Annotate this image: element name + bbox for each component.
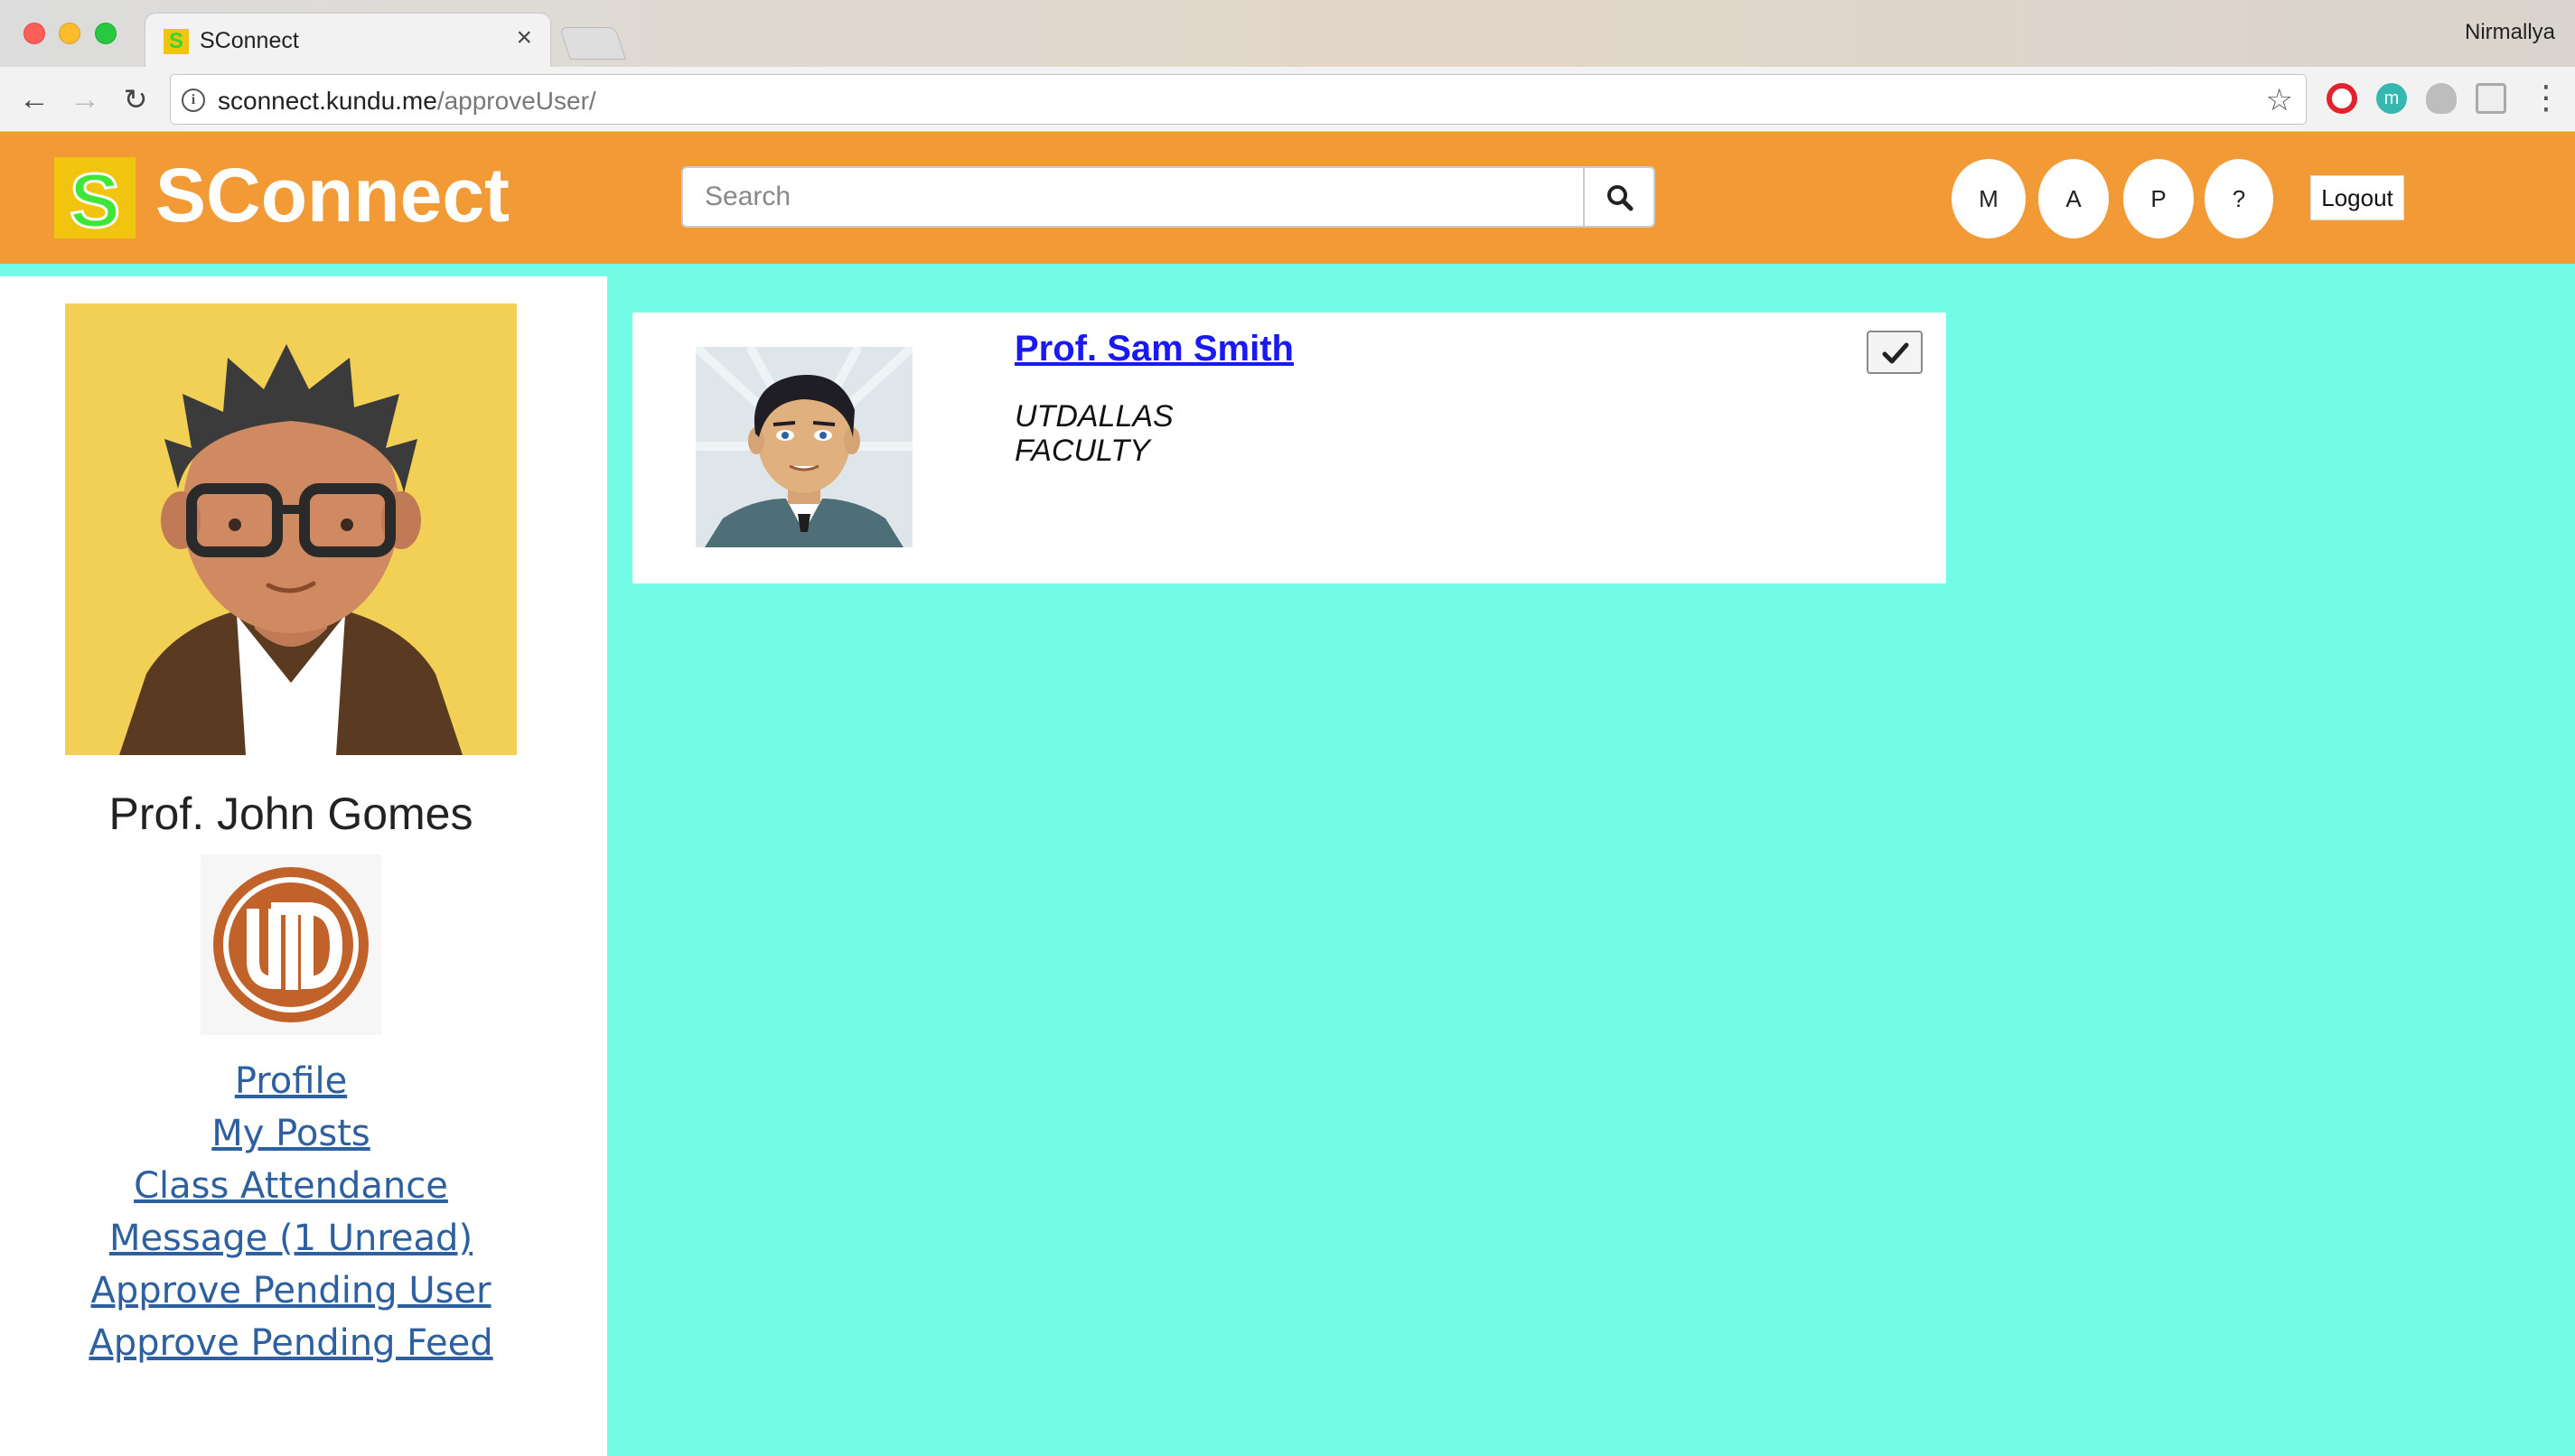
sidebar-link-approve-pending-user[interactable]: Approve Pending User xyxy=(0,1265,582,1317)
pending-user-avatar-illustration xyxy=(696,347,913,547)
new-tab-button[interactable] xyxy=(559,27,626,60)
calendar-extension-icon[interactable] xyxy=(2476,83,2506,114)
pending-user-card: Prof. Sam Smith UTDALLAS FACULTY xyxy=(632,313,1946,583)
info-icon[interactable]: i xyxy=(182,89,205,112)
logo-letter: S xyxy=(68,157,121,245)
brand-name[interactable]: SConnect xyxy=(155,152,510,239)
sidebar-link-approve-pending-feed[interactable]: Approve Pending Feed xyxy=(0,1317,582,1369)
address-bar[interactable]: i sconnect.kundu.me/approveUser/ ☆ xyxy=(170,74,2307,125)
sidebar-link-messages[interactable]: Message (1 Unread) xyxy=(0,1212,582,1265)
sidebar-nav: Profile My Posts Class Attendance Messag… xyxy=(0,1055,582,1369)
tab-title: SConnect xyxy=(200,28,299,53)
sidebar-link-profile[interactable]: Profile xyxy=(0,1055,582,1107)
pending-user-name-link[interactable]: Prof. Sam Smith xyxy=(1015,329,1294,369)
opera-extension-icon[interactable] xyxy=(2327,83,2357,114)
search-icon xyxy=(1607,185,1634,211)
messages-button[interactable]: M xyxy=(1952,159,2026,238)
checkmark-icon xyxy=(1882,342,1909,364)
tab-close-icon[interactable]: × xyxy=(516,24,532,51)
bookmark-star-icon[interactable]: ☆ xyxy=(2266,82,2293,118)
help-button[interactable]: ? xyxy=(2205,159,2273,238)
search-input[interactable] xyxy=(681,166,1587,228)
pending-user-avatar[interactable] xyxy=(696,347,913,547)
search-button[interactable] xyxy=(1583,166,1655,228)
back-arrow-icon[interactable]: ← xyxy=(16,81,52,117)
pending-user-role: FACULTY xyxy=(1015,434,1150,468)
sidebar-link-class-attendance[interactable]: Class Attendance xyxy=(0,1160,582,1212)
close-window-button[interactable] xyxy=(23,23,45,44)
cloud-extension-icon[interactable] xyxy=(2426,83,2457,114)
user-full-name: Prof. John Gomes xyxy=(108,789,473,839)
m-extension-icon[interactable]: m xyxy=(2376,83,2407,114)
sidebar: Prof. John Gomes Profile My Posts Class … xyxy=(0,276,607,1456)
sconnect-logo[interactable]: S xyxy=(54,157,136,245)
browser-tab-active[interactable]: S SConnect × xyxy=(145,13,551,69)
minimize-window-button[interactable] xyxy=(59,23,80,44)
browser-menu-icon[interactable]: ⋮ xyxy=(2530,79,2562,116)
forward-arrow-icon[interactable]: → xyxy=(67,81,103,117)
app-header: S SConnect M A P ? Logout xyxy=(0,132,2575,264)
url-path: /approveUser/ xyxy=(436,87,596,115)
sidebar-link-my-posts[interactable]: My Posts xyxy=(0,1107,582,1160)
approve-user-button[interactable] xyxy=(1867,331,1923,374)
user-avatar-illustration xyxy=(65,303,517,755)
url-host: sconnect.kundu.me xyxy=(218,87,437,115)
user-avatar[interactable] xyxy=(65,303,517,755)
pending-user-organization: UTDALLAS xyxy=(1015,399,1174,434)
profile-button[interactable]: P xyxy=(2123,159,2194,238)
url-text[interactable]: sconnect.kundu.me/approveUser/ xyxy=(218,87,596,116)
browser-toolbar: ← → ↻ i sconnect.kundu.me/approveUser/ ☆… xyxy=(0,67,2575,132)
utd-logo xyxy=(201,854,381,1035)
approvals-button[interactable]: A xyxy=(2038,159,2109,238)
maximize-window-button[interactable] xyxy=(95,23,117,44)
browser-profile-name[interactable]: Nirmallya xyxy=(2465,20,2555,45)
search-bar xyxy=(681,166,1655,228)
sconnect-favicon-icon: S xyxy=(164,29,189,54)
browser-tab-bar: S SConnect × Nirmallya xyxy=(0,0,2575,69)
reload-icon[interactable]: ↻ xyxy=(117,81,154,117)
utd-logo-emblem xyxy=(213,867,369,1022)
logout-button[interactable]: Logout xyxy=(2310,175,2404,220)
